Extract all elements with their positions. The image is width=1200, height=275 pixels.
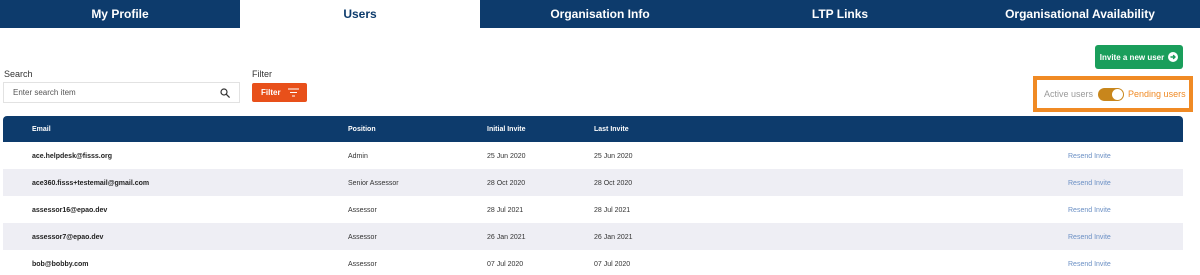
table-body: ace.helpdesk@fisss.org Admin 25 Jun 2020… <box>3 142 1183 275</box>
resend-invite-link[interactable]: Resend Invite <box>1068 180 1111 187</box>
search-label: Search <box>4 69 33 79</box>
filter-label: Filter <box>252 69 272 79</box>
active-users-label[interactable]: Active users <box>1044 89 1093 99</box>
resend-invite-link[interactable]: Resend Invite <box>1068 153 1111 160</box>
user-status-toggle-group: Active users Pending users <box>1033 76 1193 112</box>
tab-organisational-availability[interactable]: Organisational Availability <box>960 0 1200 28</box>
cell-email: assessor7@epao.dev <box>32 234 104 241</box>
tab-ltp-links[interactable]: LTP Links <box>720 0 960 28</box>
cell-last-invite: 07 Jul 2020 <box>594 261 631 268</box>
cell-last-invite: 26 Jan 2021 <box>594 234 633 241</box>
plus-circle-icon <box>1168 52 1179 62</box>
invite-button-label: Invite a new user <box>1099 52 1165 62</box>
pending-users-label[interactable]: Pending users <box>1128 89 1186 99</box>
table-row: ace360.fisss+testemail@gmail.com Senior … <box>3 169 1183 196</box>
cell-initial-invite: 28 Jul 2021 <box>487 207 524 214</box>
search-input[interactable] <box>4 88 214 97</box>
resend-invite-link[interactable]: Resend Invite <box>1068 261 1111 268</box>
search-icon[interactable] <box>220 88 230 98</box>
cell-email: ace360.fisss+testemail@gmail.com <box>32 180 150 187</box>
cell-initial-invite: 28 Oct 2020 <box>487 180 526 187</box>
cell-last-invite: 28 Jul 2021 <box>594 207 631 214</box>
table-row: assessor16@epao.dev Assessor 28 Jul 2021… <box>3 196 1183 223</box>
search-box <box>3 82 240 103</box>
cell-position: Assessor <box>348 234 377 241</box>
cell-last-invite: 25 Jun 2020 <box>594 153 633 160</box>
resend-invite-link[interactable]: Resend Invite <box>1068 234 1111 241</box>
cell-position: Admin <box>348 153 368 160</box>
cell-position: Senior Assessor <box>348 180 399 187</box>
tab-my-profile[interactable]: My Profile <box>0 0 240 28</box>
cell-initial-invite: 26 Jan 2021 <box>487 234 526 241</box>
cell-initial-invite: 25 Jun 2020 <box>487 153 526 160</box>
filter-button[interactable]: Filter <box>252 83 307 102</box>
active-pending-toggle[interactable] <box>1098 87 1125 101</box>
table-row: assessor7@epao.dev Assessor 26 Jan 2021 … <box>3 223 1183 250</box>
header-email[interactable]: Email <box>32 126 51 133</box>
users-table: Email Position Initial Invite Last Invit… <box>3 116 1183 275</box>
cell-email: bob@bobby.com <box>32 261 89 268</box>
tab-organisation-info[interactable]: Organisation Info <box>480 0 720 28</box>
cell-position: Assessor <box>348 207 377 214</box>
table-row: bob@bobby.com Assessor 07 Jul 2020 07 Ju… <box>3 250 1183 275</box>
cell-initial-invite: 07 Jul 2020 <box>487 261 524 268</box>
header-last-invite[interactable]: Last Invite <box>594 126 629 133</box>
resend-invite-link[interactable]: Resend Invite <box>1068 207 1111 214</box>
invite-new-user-button[interactable]: Invite a new user <box>1095 45 1183 69</box>
cell-email: ace.helpdesk@fisss.org <box>32 153 112 160</box>
cell-position: Assessor <box>348 261 377 268</box>
table-row: ace.helpdesk@fisss.org Admin 25 Jun 2020… <box>3 142 1183 169</box>
filter-lines-icon <box>288 88 299 97</box>
filter-button-label: Filter <box>261 88 281 97</box>
cell-last-invite: 28 Oct 2020 <box>594 180 633 187</box>
table-header: Email Position Initial Invite Last Invit… <box>3 116 1183 142</box>
tab-users[interactable]: Users <box>240 0 480 28</box>
header-initial-invite[interactable]: Initial Invite <box>487 126 526 133</box>
cell-email: assessor16@epao.dev <box>32 207 108 214</box>
tab-bar: My Profile Users Organisation Info LTP L… <box>0 0 1200 28</box>
header-position[interactable]: Position <box>348 126 376 133</box>
toggle-knob <box>1112 88 1124 100</box>
